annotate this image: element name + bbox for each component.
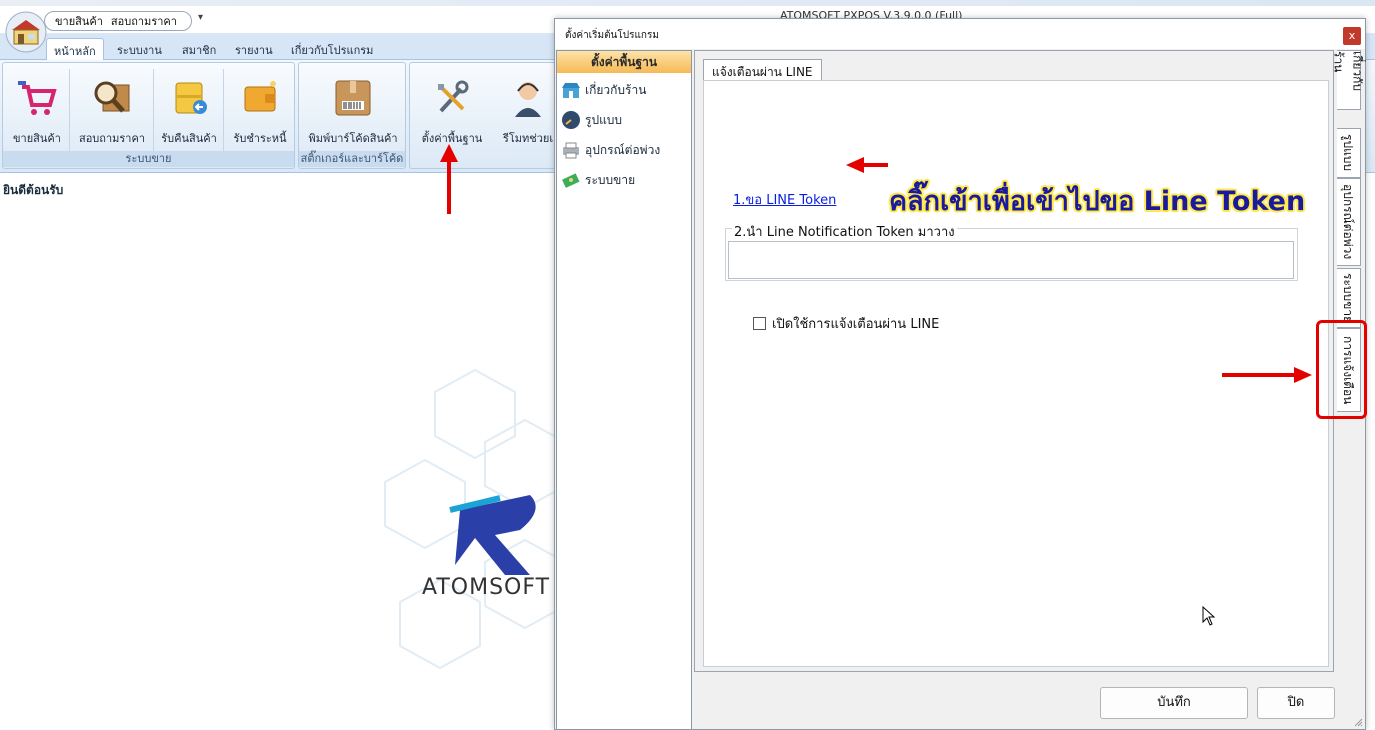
dialog-title: ตั้งค่าเริ่มต้นโปรแกรม xyxy=(565,30,659,41)
tab-reports[interactable]: รายงาน xyxy=(228,38,280,60)
vtab-style[interactable]: รูปแบบ xyxy=(1337,128,1361,178)
basic-settings-button[interactable]: ตั้งค่าพื้นฐาน xyxy=(414,71,490,147)
resize-grip-icon[interactable] xyxy=(1353,717,1363,727)
mouse-cursor-icon xyxy=(1202,606,1216,626)
support-agent-icon xyxy=(515,82,541,117)
cash-icon xyxy=(562,173,580,188)
nav-item-store[interactable]: เกี่ยวกับร้าน xyxy=(561,79,646,101)
sell-button[interactable]: ขายสินค้า xyxy=(7,71,67,147)
top-strip xyxy=(0,0,1375,6)
vtab-notifications[interactable]: การแจ้งเตือน xyxy=(1337,328,1361,412)
settings-nav: ตั้งค่าพื้นฐาน เกี่ยวกับร้าน รูปแบบ อุปก… xyxy=(556,50,692,730)
qat-price-check[interactable]: สอบถามราคา xyxy=(111,12,177,30)
enable-line-row: เปิดใช้การแจ้งเตือนผ่าน LINE xyxy=(753,313,939,334)
enable-line-label[interactable]: เปิดใช้การแจ้งเตือนผ่าน LINE xyxy=(772,313,939,334)
tab-system[interactable]: ระบบงาน xyxy=(110,38,169,60)
debt-payment-button[interactable]: รับชำระหนี้ xyxy=(227,71,293,147)
token-legend: 2.นำ Line Notification Token มาวาง xyxy=(732,221,957,242)
nav-header: ตั้งค่าพื้นฐาน xyxy=(557,51,691,73)
tools-icon xyxy=(438,80,469,113)
remote-support-button[interactable]: รีโมทช่วยเ xyxy=(496,71,560,147)
dialog-title-bar: ตั้งค่าเริ่มต้นโปรแกรม x xyxy=(555,19,1365,49)
tab-home[interactable]: หน้าหลัก xyxy=(46,38,104,60)
print-barcode-button[interactable]: พิมพ์บาร์โค้ดสินค้า xyxy=(303,71,403,147)
nav-item-sales[interactable]: ระบบขาย xyxy=(561,169,635,191)
line-token-input[interactable] xyxy=(728,241,1294,279)
nav-item-label: เกี่ยวกับร้าน xyxy=(585,82,647,97)
tab-about[interactable]: เกี่ยวกับโปรแกรม xyxy=(284,38,380,60)
nav-item-style[interactable]: รูปแบบ xyxy=(561,109,622,131)
request-line-token-link[interactable]: 1.ขอ LINE Token xyxy=(733,189,836,210)
tab-panel: แจ้งเตือนผ่าน LINE 1.ขอ LINE Token คลิ๊ก… xyxy=(694,50,1334,672)
nav-item-label: ระบบขาย xyxy=(585,172,636,187)
nav-item-devices[interactable]: อุปกรณ์ต่อพ่วง xyxy=(561,139,660,161)
group-label-barcode: สติ๊กเกอร์และบาร์โค้ด xyxy=(299,151,405,167)
line-notification-page: 1.ขอ LINE Token คลิ๊กเข้าเพื่อเข้าไปขอ L… xyxy=(703,80,1329,667)
quick-access-toolbar: ขายสินค้า สอบถามราคา xyxy=(44,11,192,31)
gauge-icon xyxy=(562,111,580,129)
store-logo-icon[interactable] xyxy=(4,10,48,54)
divider xyxy=(223,69,224,153)
group-barcode: พิมพ์บาร์โค้ดสินค้า สติ๊กเกอร์และบาร์โค้… xyxy=(298,62,406,169)
basic-settings-label: ตั้งค่าพื้นฐาน xyxy=(421,132,483,145)
enable-line-checkbox[interactable] xyxy=(753,317,766,330)
vtab-store[interactable]: เกี่ยวกับร้าน xyxy=(1332,50,1365,110)
print-barcode-label: พิมพ์บาร์โค้ดสินค้า xyxy=(308,132,398,145)
store-icon xyxy=(562,83,580,98)
return-box-icon xyxy=(175,82,207,114)
barcode-box-icon xyxy=(335,80,371,116)
close-button[interactable]: ปิด xyxy=(1257,687,1335,719)
group-sales: ขายสินค้า สอบถามราคา รับคืนสินค้า รับชำร… xyxy=(2,62,295,169)
token-fieldset: 2.นำ Line Notification Token มาวาง xyxy=(725,221,1298,281)
divider xyxy=(69,69,70,153)
price-check-label: สอบถามราคา xyxy=(78,132,145,145)
nav-item-label: อุปกรณ์ต่อพ่วง xyxy=(585,142,661,157)
nav-item-label: รูปแบบ xyxy=(585,112,623,127)
price-check-button[interactable]: สอบถามราคา xyxy=(75,71,149,147)
divider xyxy=(153,69,154,153)
wallet-icon xyxy=(244,81,276,112)
vtab-devices[interactable]: อุปกรณ์ต่อพ่วง xyxy=(1337,178,1361,266)
hexagon-background-icon xyxy=(384,368,566,670)
annotation-callout-text: คลิ๊กเข้าเพื่อเข้าไปขอ Line Token xyxy=(889,186,1306,217)
vtab-sales[interactable]: ระบบขาย xyxy=(1337,268,1361,328)
group-label-sales: ระบบขาย xyxy=(3,151,294,167)
sell-label: ขายสินค้า xyxy=(13,132,61,145)
settings-dialog: ตั้งค่าเริ่มต้นโปรแกรม x ตั้งค่าพื้นฐาน … xyxy=(554,18,1366,730)
tab-line-notification[interactable]: แจ้งเตือนผ่าน LINE xyxy=(703,59,822,81)
welcome-text: ยินดีต้อนรับ xyxy=(3,183,64,197)
qat-dropdown-icon[interactable]: ▾ xyxy=(198,12,203,23)
brand-wordmark: ATOMSOFT xyxy=(422,575,551,600)
save-button[interactable]: บันทึก xyxy=(1100,687,1248,719)
printer-icon xyxy=(563,142,579,159)
debt-payment-label: รับชำระหนี้ xyxy=(233,132,287,145)
return-button[interactable]: รับคืนสินค้า xyxy=(157,71,221,147)
magnifier-box-icon xyxy=(94,81,130,113)
dialog-close-icon[interactable]: x xyxy=(1343,27,1361,45)
group-settings: ตั้งค่าพื้นฐาน รีโมทช่วยเ xyxy=(409,62,559,169)
qat-sell[interactable]: ขายสินค้า xyxy=(55,12,103,30)
remote-support-label: รีโมทช่วยเ xyxy=(502,132,554,145)
cart-icon xyxy=(18,81,57,115)
tab-members[interactable]: สมาชิก xyxy=(175,38,223,60)
return-label: รับคืนสินค้า xyxy=(161,132,217,145)
vertical-tab-strip: เกี่ยวกับร้าน รูปแบบ อุปกรณ์ต่อพ่วง ระบบ… xyxy=(1332,50,1365,700)
